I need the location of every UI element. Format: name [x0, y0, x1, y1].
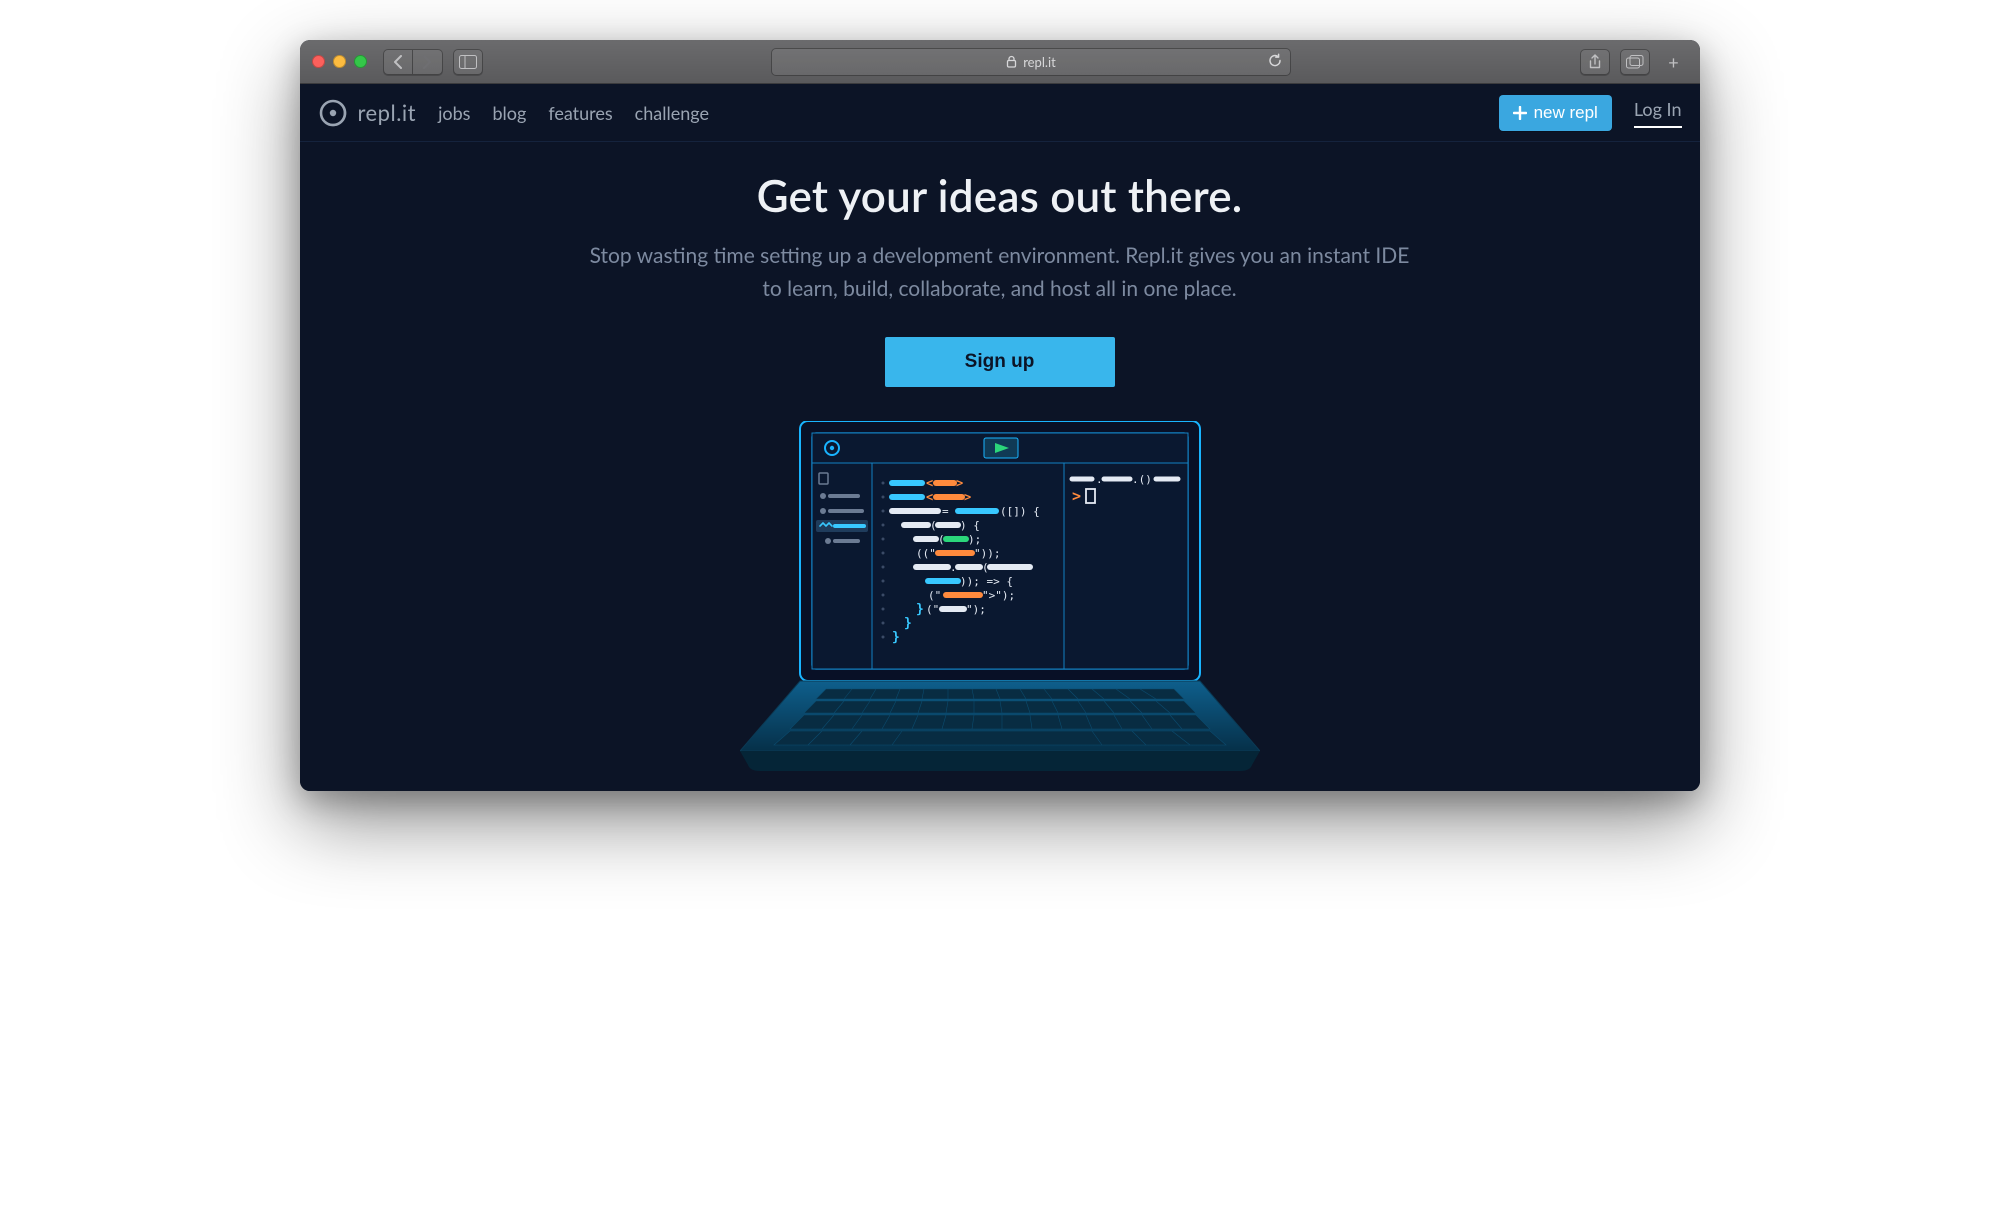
svg-text:">");: ">");: [982, 589, 1015, 602]
close-window-icon[interactable]: [312, 55, 325, 68]
svg-text:(": (": [928, 589, 941, 602]
svg-text:([]) {: ([]) {: [1000, 505, 1040, 518]
replit-logo-icon: [318, 98, 348, 128]
new-tab-button[interactable]: +: [1660, 51, 1688, 73]
address-bar[interactable]: repl.it: [771, 48, 1291, 76]
address-text: repl.it: [1023, 54, 1056, 70]
titlebar: repl.it +: [300, 40, 1700, 84]
svg-text:.(): .(): [1132, 473, 1152, 486]
signup-button[interactable]: Sign up: [885, 337, 1115, 387]
page-content: repl.it jobs blog features challenge new…: [300, 84, 1700, 791]
hero-subtext: Stop wasting time setting up a developme…: [590, 240, 1410, 305]
svg-text:}: }: [916, 602, 924, 617]
back-button[interactable]: [383, 49, 413, 75]
nav-features[interactable]: features: [548, 102, 612, 124]
window-controls: [312, 55, 367, 68]
svg-text:);: );: [968, 533, 981, 546]
new-repl-label: new repl: [1534, 103, 1598, 123]
svg-text:(": (": [926, 603, 939, 616]
svg-text:>: >: [1072, 487, 1081, 505]
svg-text:}: }: [904, 616, 912, 631]
svg-text:=: =: [942, 505, 949, 518]
plus-icon: [1513, 106, 1527, 120]
svg-text:)); => {: )); => {: [960, 575, 1013, 588]
svg-text:");: ");: [966, 603, 986, 616]
nav-challenge[interactable]: challenge: [635, 102, 709, 124]
hero: Get your ideas out there. Stop wasting t…: [300, 142, 1700, 387]
svg-text:>: >: [956, 476, 963, 490]
browser-window: repl.it +: [300, 40, 1700, 791]
show-tabs-button[interactable]: [1620, 49, 1650, 75]
nav-jobs[interactable]: jobs: [438, 102, 470, 124]
hero-headline: Get your ideas out there.: [340, 170, 1660, 222]
login-link[interactable]: Log In: [1634, 98, 1682, 128]
svg-text:>: >: [964, 490, 971, 504]
lock-icon: [1006, 55, 1017, 68]
nav-blog[interactable]: blog: [492, 102, 526, 124]
nav-back-forward: [383, 49, 443, 75]
svg-text:"));: "));: [974, 547, 1001, 560]
svg-text:}: }: [892, 630, 900, 645]
brand-name: repl.it: [358, 99, 417, 126]
laptop-icon: < > < > = ([]) { (: [740, 421, 1260, 791]
reload-button[interactable]: [1268, 53, 1282, 70]
brand[interactable]: repl.it: [318, 98, 417, 128]
hero-illustration: < > < > = ([]) { (: [300, 387, 1700, 791]
show-sidebar-button[interactable]: [453, 49, 483, 75]
forward-button[interactable]: [413, 49, 443, 75]
minimize-window-icon[interactable]: [333, 55, 346, 68]
svg-text:((": ((": [916, 547, 936, 560]
site-nav: repl.it jobs blog features challenge new…: [300, 84, 1700, 142]
svg-text:<: <: [926, 476, 933, 490]
svg-text:) {: ) {: [960, 519, 980, 532]
svg-text:<: <: [926, 490, 933, 504]
zoom-window-icon[interactable]: [354, 55, 367, 68]
share-button[interactable]: [1580, 49, 1610, 75]
new-repl-button[interactable]: new repl: [1499, 95, 1612, 131]
